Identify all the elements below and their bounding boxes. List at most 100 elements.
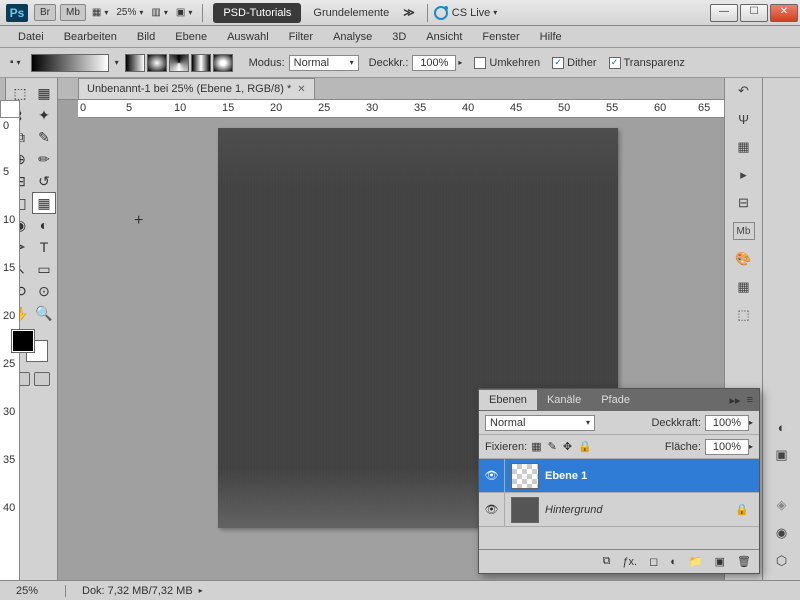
gradient-tool[interactable]: ▦ <box>32 192 56 214</box>
type-tool[interactable]: T <box>32 236 56 258</box>
3d-camera-tool[interactable]: ⊙ <box>32 280 56 302</box>
workspace-grundelemente[interactable]: Grundelemente <box>305 3 397 23</box>
minimize-button[interactable]: — <box>710 4 738 22</box>
fx-icon[interactable]: ƒx. <box>622 556 637 568</box>
dither-checkbox[interactable]: ✓Dither <box>552 57 596 69</box>
opacity-input[interactable]: 100% <box>412 55 456 71</box>
layer-name[interactable]: Ebene 1 <box>545 470 587 482</box>
status-zoom[interactable]: 25% <box>6 585 66 597</box>
dodge-tool[interactable]: ◐ <box>32 214 56 236</box>
arrange-dropdown[interactable]: ▥ <box>151 7 167 18</box>
status-menu-icon[interactable]: ▸ <box>199 586 203 595</box>
menu-analyse[interactable]: Analyse <box>323 28 382 46</box>
mb-icon[interactable]: Mb <box>733 222 755 240</box>
lock-all-icon[interactable]: 🔒 <box>578 440 592 453</box>
blend-mode-select[interactable]: Normal <box>485 415 595 431</box>
layer-thumbnail[interactable] <box>511 463 539 489</box>
eyedropper-tool[interactable]: ✎ <box>32 126 56 148</box>
close-button[interactable]: ✕ <box>770 4 798 22</box>
group-icon[interactable]: 📁 <box>689 555 703 568</box>
layer-ebene-1[interactable]: 👁 Ebene 1 <box>479 459 759 493</box>
separator <box>202 4 203 22</box>
visibility-toggle[interactable]: 👁 <box>479 459 505 492</box>
styles-icon[interactable]: ⬚ <box>733 306 755 324</box>
layer-name[interactable]: Hintergrund <box>545 504 602 516</box>
layer-opacity-input[interactable]: 100% <box>705 415 749 431</box>
screenmode-dropdown[interactable]: ▣ <box>176 7 192 18</box>
lock-pixels-icon[interactable]: ✎ <box>548 440 557 453</box>
document-tab[interactable]: Unbenannt-1 bei 25% (Ebene 1, RGB/8) * ✕ <box>78 78 315 99</box>
tab-kanaele[interactable]: Kanäle <box>537 390 591 410</box>
menu-auswahl[interactable]: Auswahl <box>217 28 279 46</box>
adjustment-layer-icon[interactable]: ◐ <box>670 556 677 568</box>
magic-wand-tool[interactable]: ✦ <box>32 104 56 126</box>
foreground-swatch[interactable] <box>12 330 34 352</box>
brush-tool[interactable]: ✏ <box>32 148 56 170</box>
gradient-preview[interactable] <box>31 54 109 72</box>
layers-icon[interactable]: ◈ <box>771 496 793 514</box>
maximize-button[interactable]: ☐ <box>740 4 768 22</box>
menu-3d[interactable]: 3D <box>382 28 416 46</box>
mode-select[interactable]: Normal <box>289 55 359 71</box>
lock-transparency-icon[interactable]: ▦ <box>531 440 541 453</box>
tab-ebenen[interactable]: Ebenen <box>479 390 537 410</box>
swatches-icon[interactable]: ▦ <box>733 278 755 296</box>
screenmode-button[interactable] <box>34 372 50 386</box>
ruler-origin[interactable] <box>0 100 20 118</box>
radial-gradient-button[interactable] <box>147 54 167 72</box>
menu-filter[interactable]: Filter <box>279 28 323 46</box>
marquee-tool[interactable]: ▦ <box>32 82 56 104</box>
lock-position-icon[interactable]: ✥ <box>563 440 572 453</box>
tool-preset-picker[interactable]: ▪ <box>10 57 21 68</box>
ruler-horizontal[interactable]: 05101520253035404550556065 <box>78 100 724 118</box>
masks-icon[interactable]: ▣ <box>771 446 793 464</box>
menu-bearbeiten[interactable]: Bearbeiten <box>54 28 127 46</box>
fill-input[interactable]: 100% <box>705 439 749 455</box>
mask-icon[interactable]: ◻ <box>649 555 658 568</box>
new-layer-icon[interactable]: ▣ <box>715 555 725 568</box>
panel-collapse-icon[interactable]: ▸▸ <box>730 394 741 407</box>
visibility-toggle[interactable]: 👁 <box>479 493 505 526</box>
stamp-icon[interactable]: ⊟ <box>733 194 755 212</box>
diamond-gradient-button[interactable] <box>213 54 233 72</box>
document-tab-label: Unbenannt-1 bei 25% (Ebene 1, RGB/8) * <box>87 83 291 95</box>
tab-pfade[interactable]: Pfade <box>591 390 640 410</box>
channels-icon[interactable]: ◉ <box>771 524 793 542</box>
layer-hintergrund[interactable]: 👁 Hintergrund 🔒 <box>479 493 759 527</box>
minibridge-button[interactable]: Mb <box>60 4 86 21</box>
usb-icon[interactable]: Ψ <box>733 110 755 128</box>
menu-fenster[interactable]: Fenster <box>472 28 529 46</box>
panel-menu-icon[interactable]: ≡ <box>747 394 753 407</box>
history-brush-tool[interactable]: ↺ <box>32 170 56 192</box>
link-layers-icon[interactable]: ⧉ <box>603 555 611 568</box>
close-icon[interactable]: ✕ <box>297 84 305 95</box>
info-icon[interactable]: ▦ <box>733 138 755 156</box>
bridge-button[interactable]: Br <box>34 4 56 21</box>
reverse-checkbox[interactable]: Umkehren <box>474 57 540 69</box>
view-extras-dropdown[interactable]: ▦ <box>92 7 108 18</box>
delete-layer-icon[interactable]: 🗑 <box>737 555 751 568</box>
cs-live-button[interactable]: CS Live ▾ <box>434 6 498 20</box>
angle-gradient-button[interactable] <box>169 54 189 72</box>
zoom-dropdown[interactable]: 25% <box>116 7 143 18</box>
linear-gradient-button[interactable] <box>125 54 145 72</box>
menu-ansicht[interactable]: Ansicht <box>416 28 472 46</box>
zoom-tool[interactable]: 🔍 <box>32 302 56 324</box>
layer-thumbnail[interactable] <box>511 497 539 523</box>
workspace-psd-tutorials[interactable]: PSD-Tutorials <box>213 3 301 23</box>
workspace-more[interactable]: ≫ <box>403 6 415 19</box>
adjustments-icon[interactable]: ◐ <box>771 418 793 436</box>
menu-ebene[interactable]: Ebene <box>165 28 217 46</box>
history-icon[interactable]: ↶ <box>733 82 755 100</box>
menu-datei[interactable]: Datei <box>8 28 54 46</box>
shape-tool[interactable]: ▭ <box>32 258 56 280</box>
menu-hilfe[interactable]: Hilfe <box>530 28 572 46</box>
menu-bild[interactable]: Bild <box>127 28 165 46</box>
reflected-gradient-button[interactable] <box>191 54 211 72</box>
color-icon[interactable]: 🎨 <box>733 250 755 268</box>
cs-live-label: CS Live <box>452 7 491 19</box>
status-doc-size[interactable]: Dok: 7,32 MB/7,32 MB <box>82 585 193 597</box>
actions-icon[interactable]: ▸ <box>733 166 755 184</box>
paths-icon[interactable]: ⬡ <box>771 552 793 570</box>
transparency-checkbox[interactable]: ✓Transparenz <box>609 57 685 69</box>
